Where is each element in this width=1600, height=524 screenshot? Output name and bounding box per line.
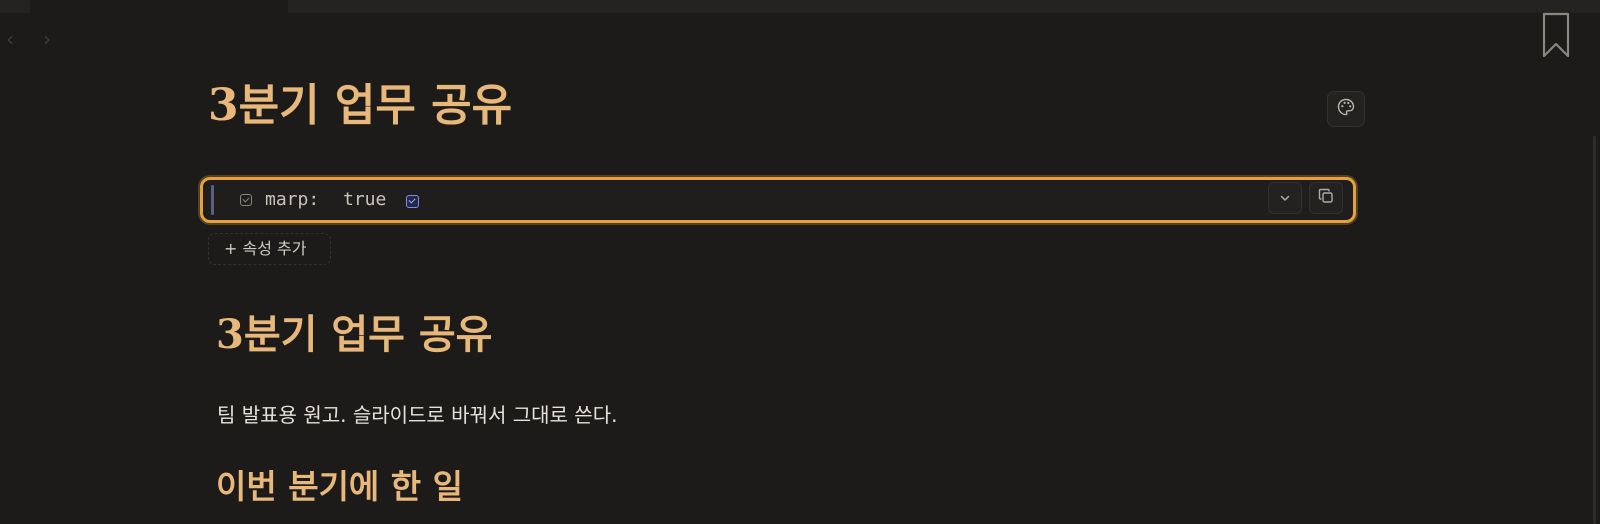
body-paragraph[interactable]: 팀 발표용 원고. 슬라이드로 바꿔서 그대로 쓴다.	[217, 400, 617, 430]
active-tab[interactable]	[30, 0, 288, 13]
heading-2[interactable]: 이번 분기에 한 일	[216, 465, 463, 509]
properties-block[interactable]: marp: true	[200, 177, 1356, 223]
checkbox-type-icon	[240, 194, 252, 206]
note-title[interactable]: 3분기 업무 공유	[208, 78, 512, 134]
heading-1[interactable]: 3분기 업무 공유	[216, 309, 492, 361]
copy-icon	[1318, 188, 1334, 208]
property-value[interactable]: true	[343, 188, 386, 212]
property-accent-bar	[211, 185, 214, 215]
tab-bar	[0, 0, 1600, 13]
bookmark-icon[interactable]	[1541, 12, 1571, 58]
chevron-down-icon	[1279, 189, 1291, 208]
scrollbar[interactable]	[1593, 136, 1596, 524]
palette-button[interactable]	[1327, 91, 1365, 127]
copy-button[interactable]	[1309, 182, 1343, 214]
fold-button[interactable]	[1268, 182, 1302, 214]
property-checkbox[interactable]	[406, 195, 419, 208]
add-property-button[interactable]: + 속성 추가	[208, 233, 331, 265]
property-key[interactable]: marp:	[265, 188, 319, 212]
back-icon[interactable]: ‹	[0, 28, 20, 50]
palette-icon	[1337, 98, 1355, 120]
forward-icon[interactable]: ›	[37, 28, 57, 50]
